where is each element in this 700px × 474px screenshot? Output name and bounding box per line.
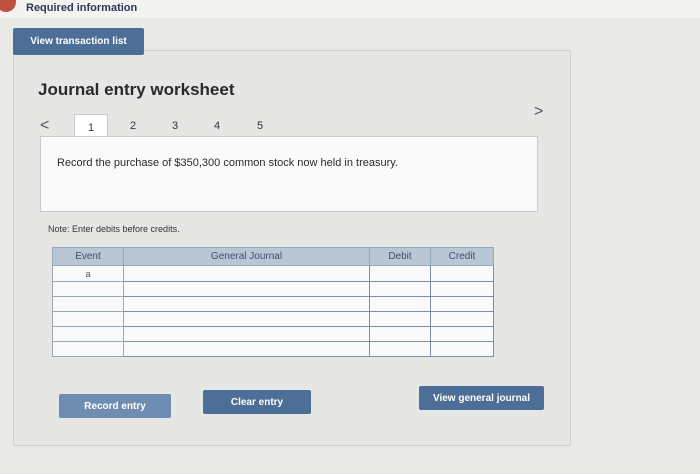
chevron-right-icon[interactable]: > xyxy=(534,103,543,121)
journal-input[interactable] xyxy=(123,296,370,312)
credit-input[interactable] xyxy=(430,296,494,312)
event-cell xyxy=(52,341,124,357)
debit-input[interactable] xyxy=(369,265,431,282)
journal-input[interactable] xyxy=(123,341,370,357)
journal-input[interactable] xyxy=(123,311,370,327)
journal-table: Event General Journal Debit Credit a xyxy=(52,247,494,357)
table-row xyxy=(52,296,494,312)
journal-input[interactable] xyxy=(123,265,370,282)
table-row xyxy=(52,326,494,342)
debit-input[interactable] xyxy=(369,341,431,357)
debit-input[interactable] xyxy=(369,296,431,312)
event-cell xyxy=(52,296,124,312)
credit-input[interactable] xyxy=(430,281,494,297)
journal-input[interactable] xyxy=(123,326,370,342)
tab-5[interactable]: 5 xyxy=(244,114,276,138)
instruction-box: Record the purchase of $350,300 common s… xyxy=(40,136,538,212)
tab-3[interactable]: 3 xyxy=(159,114,191,138)
event-cell xyxy=(52,311,124,327)
required-information-label: Required information xyxy=(26,2,138,14)
clear-entry-button[interactable]: Clear entry xyxy=(203,390,311,414)
credit-input[interactable] xyxy=(430,311,494,327)
credit-input[interactable] xyxy=(430,265,494,282)
journal-input[interactable] xyxy=(123,281,370,297)
credit-input[interactable] xyxy=(430,341,494,357)
note-text: Note: Enter debits before credits. xyxy=(48,224,180,234)
column-header-general-journal: General Journal xyxy=(123,247,370,266)
event-cell xyxy=(52,326,124,342)
table-row xyxy=(52,311,494,327)
column-header-event: Event xyxy=(52,247,124,266)
table-row xyxy=(52,341,494,357)
column-header-debit: Debit xyxy=(369,247,431,266)
worksheet-title: Journal entry worksheet xyxy=(38,80,235,99)
debit-input[interactable] xyxy=(369,311,431,327)
tab-2[interactable]: 2 xyxy=(117,114,149,138)
instruction-text: Record the purchase of $350,300 common s… xyxy=(57,157,398,169)
tab-4[interactable]: 4 xyxy=(201,114,233,138)
event-cell: a xyxy=(52,265,124,282)
record-entry-button[interactable]: Record entry xyxy=(59,394,171,418)
table-row: a xyxy=(52,265,494,282)
column-header-credit: Credit xyxy=(430,247,494,266)
view-transaction-list-button[interactable]: View transaction list xyxy=(13,28,144,55)
credit-input[interactable] xyxy=(430,326,494,342)
event-cell xyxy=(52,281,124,297)
chevron-left-icon[interactable]: < xyxy=(40,117,49,135)
view-general-journal-button[interactable]: View general journal xyxy=(419,386,544,410)
table-row xyxy=(52,281,494,297)
debit-input[interactable] xyxy=(369,326,431,342)
debit-input[interactable] xyxy=(369,281,431,297)
